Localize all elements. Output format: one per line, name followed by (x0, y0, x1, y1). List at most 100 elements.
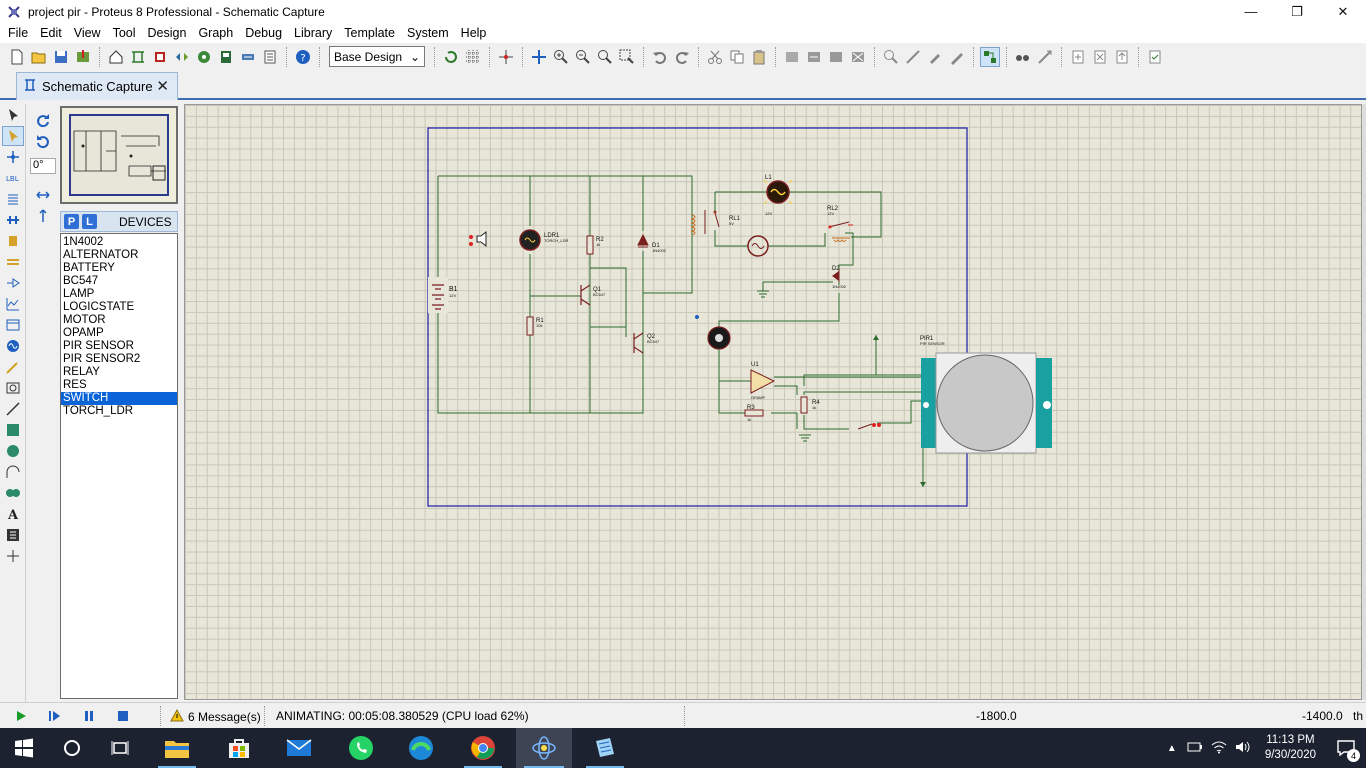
remove-sheet-icon[interactable] (1090, 47, 1110, 67)
decompose-icon[interactable] (947, 47, 967, 67)
wire-autorouter-icon[interactable] (980, 46, 1000, 67)
menu-system[interactable]: System (401, 23, 455, 43)
voltage-probe-icon[interactable] (2, 357, 24, 377)
2d-markers-icon[interactable] (2, 546, 24, 566)
new-sheet-icon[interactable] (1068, 47, 1088, 67)
menu-library[interactable]: Library (288, 23, 338, 43)
open-folder-icon[interactable] (29, 47, 49, 67)
whatsapp-icon[interactable] (334, 728, 388, 768)
exit-parent-icon[interactable] (1112, 47, 1132, 67)
mirror-vertical-icon[interactable] (32, 206, 54, 226)
2d-box-icon[interactable] (2, 420, 24, 440)
device-item-selected[interactable]: SWITCH (61, 392, 177, 405)
device-item[interactable]: RES (61, 379, 177, 392)
library-manager-button[interactable]: L (82, 214, 97, 229)
2d-path-icon[interactable] (2, 483, 24, 503)
pcb-icon[interactable] (150, 47, 170, 67)
device-item[interactable]: MOTOR (61, 314, 177, 327)
make-device-icon[interactable] (903, 47, 923, 67)
notification-center-icon[interactable]: 4 (1326, 728, 1366, 768)
home-icon[interactable] (106, 47, 126, 67)
gerber-icon[interactable] (194, 47, 214, 67)
2d-arc-icon[interactable] (2, 462, 24, 482)
menu-template[interactable]: Template (338, 23, 401, 43)
message-count[interactable]: 6 Message(s) (170, 708, 261, 725)
design-variant-select[interactable]: Base Design ⌄ (329, 46, 425, 67)
import-icon[interactable] (73, 47, 93, 67)
redo-icon[interactable] (672, 47, 692, 67)
bill-of-materials-icon[interactable] (238, 47, 258, 67)
cut-icon[interactable] (705, 47, 725, 67)
wifi-icon[interactable] (1211, 740, 1227, 757)
copy-icon[interactable] (727, 47, 747, 67)
tape-recorder-icon[interactable] (2, 315, 24, 335)
property-assignment-icon[interactable] (1035, 47, 1055, 67)
device-item[interactable]: BC547 (61, 275, 177, 288)
rotate-anticlockwise-icon[interactable] (32, 132, 54, 152)
2d-text-icon[interactable]: A (2, 504, 24, 524)
device-item[interactable]: OPAMP (61, 327, 177, 340)
new-file-icon[interactable] (7, 47, 27, 67)
close-tab-icon[interactable]: ✕ (156, 77, 169, 95)
device-item[interactable]: LAMP (61, 288, 177, 301)
pause-icon[interactable] (76, 705, 102, 727)
virtual-instruments-icon[interactable] (2, 378, 24, 398)
wire-label-icon[interactable]: LBL (2, 168, 24, 188)
menu-debug[interactable]: Debug (239, 23, 288, 43)
menu-help[interactable]: Help (455, 23, 493, 43)
overview-window[interactable] (60, 106, 178, 204)
device-item[interactable]: PIR SENSOR2 (61, 353, 177, 366)
design-explorer-icon[interactable] (216, 47, 236, 67)
device-item[interactable]: ALTERNATOR (61, 249, 177, 262)
minimize-button[interactable]: — (1228, 0, 1274, 23)
edge-browser-icon[interactable] (394, 728, 448, 768)
search-icon[interactable] (48, 728, 96, 768)
origin-icon[interactable] (496, 47, 516, 67)
notepad-icon[interactable] (578, 728, 632, 768)
packaging-tool-icon[interactable] (925, 47, 945, 67)
play-icon[interactable] (8, 705, 34, 727)
device-item[interactable]: BATTERY (61, 262, 177, 275)
grid-toggle-icon[interactable] (463, 47, 483, 67)
electrical-rule-check-icon[interactable] (1145, 47, 1165, 67)
zoom-in-icon[interactable] (551, 47, 571, 67)
battery-icon[interactable] (1187, 741, 1203, 755)
search-tag-icon[interactable] (1013, 47, 1033, 67)
menu-design[interactable]: Design (142, 23, 193, 43)
undo-icon[interactable] (650, 47, 670, 67)
zoom-area-icon[interactable] (617, 47, 637, 67)
rotate-clockwise-icon[interactable] (32, 111, 54, 131)
block-delete-icon[interactable] (848, 47, 868, 67)
terminals-icon[interactable] (2, 252, 24, 272)
mirror-horizontal-icon[interactable] (32, 185, 54, 205)
pick-device-icon[interactable] (881, 47, 901, 67)
2d-symbol-icon[interactable] (2, 525, 24, 545)
save-icon[interactable] (51, 47, 71, 67)
windows-start-icon[interactable] (0, 728, 48, 768)
device-pins-icon[interactable] (2, 273, 24, 293)
close-button[interactable]: ✕ (1320, 0, 1366, 23)
notes-icon[interactable] (260, 47, 280, 67)
2d-circle-icon[interactable] (2, 441, 24, 461)
device-item[interactable]: LOGICSTATE (61, 301, 177, 314)
selection-mode-icon[interactable] (2, 105, 24, 125)
device-item[interactable]: TORCH_LDR (61, 405, 177, 418)
graph-mode-icon[interactable] (2, 294, 24, 314)
schematic-icon[interactable] (128, 47, 148, 67)
2d-line-icon[interactable] (2, 399, 24, 419)
help-icon[interactable]: ? (293, 47, 313, 67)
buses-icon[interactable] (2, 210, 24, 230)
block-rotate-icon[interactable] (826, 47, 846, 67)
component-mode-icon[interactable] (2, 126, 24, 146)
stop-icon[interactable] (110, 705, 136, 727)
volume-icon[interactable] (1235, 740, 1251, 757)
clock[interactable]: 11:13 PM 9/30/2020 (1265, 733, 1316, 763)
chrome-browser-icon[interactable] (456, 728, 510, 768)
generator-icon[interactable] (2, 336, 24, 356)
device-item[interactable]: PIR SENSOR (61, 340, 177, 353)
zoom-out-icon[interactable] (573, 47, 593, 67)
schematic-canvas[interactable]: B1 12V LDR1 TORCH_LDR R2 1k D1 1N4002 Q1… (184, 104, 1362, 700)
proteus-taskbar-icon[interactable] (516, 728, 572, 768)
menu-view[interactable]: View (68, 23, 107, 43)
pan-icon[interactable] (529, 47, 549, 67)
